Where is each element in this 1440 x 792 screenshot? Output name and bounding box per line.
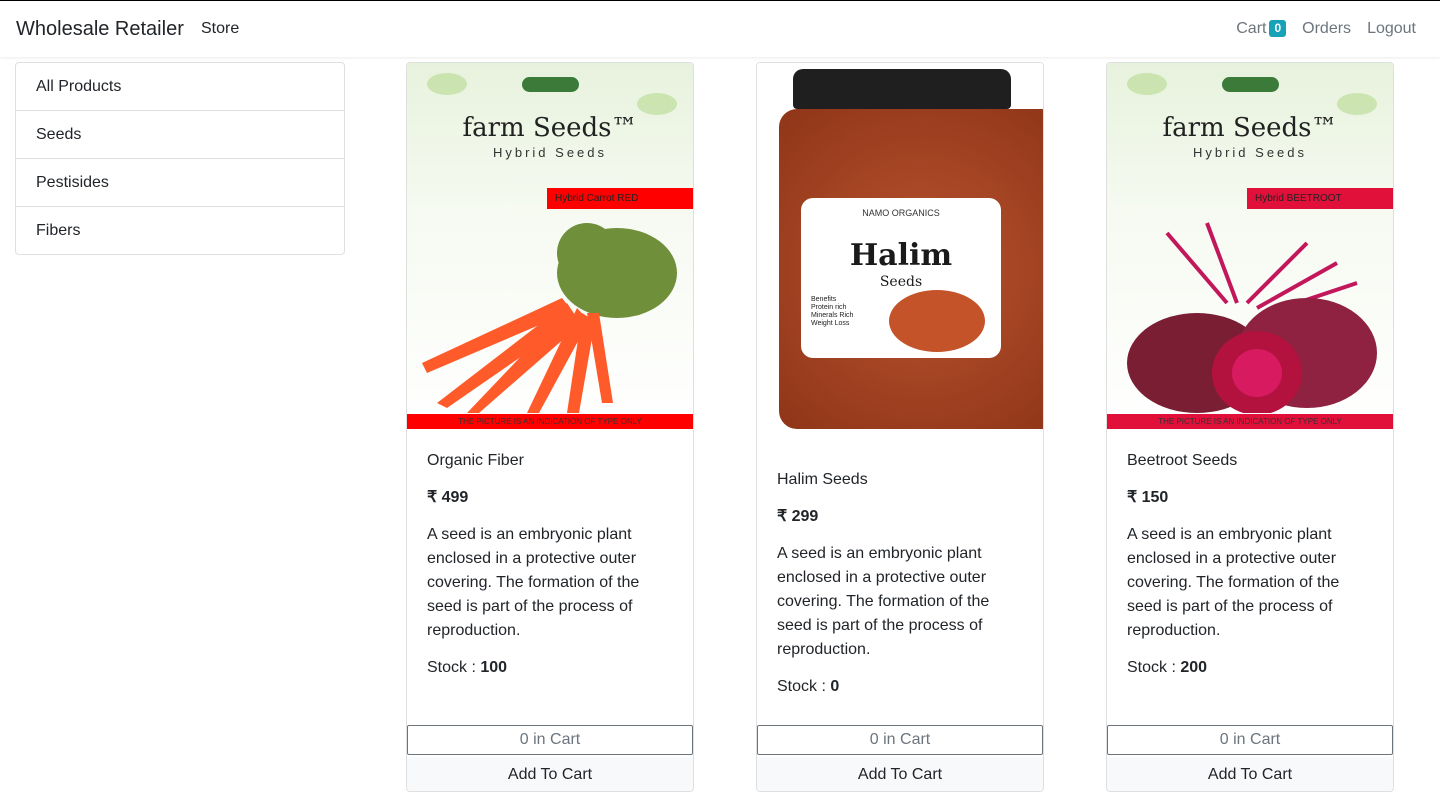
product-card: farm Seeds™ Hybrid Seeds Hybrid BEETROOT…: [1106, 62, 1394, 792]
jar-benefits-text: Benefits Protein rich Minerals Rich Weig…: [811, 296, 854, 327]
stock-label: Stock :: [777, 678, 826, 695]
leaf-decoration: [427, 73, 467, 95]
product-name: Halim Seeds: [777, 471, 868, 488]
seed-circle-illustration: [889, 290, 985, 352]
packet-logo-text: farm Seeds™: [462, 113, 638, 143]
add-to-cart-button[interactable]: Add To Cart: [757, 757, 1043, 791]
leaf-decoration: [637, 93, 677, 115]
packet-variety-band: Hybrid Carrot RED: [547, 188, 693, 209]
category-item-seeds[interactable]: Seeds: [16, 111, 344, 159]
product-price: ₹ 150: [1127, 489, 1169, 506]
cart-label: Cart: [1236, 20, 1267, 37]
cart-quantity-field[interactable]: [757, 725, 1043, 755]
packet-variety-band: Hybrid BEETROOT: [1247, 188, 1393, 209]
product-stock: Stock : 100: [427, 659, 673, 677]
product-image: NAMO ORGANICS Halim Seeds Benefits Prote…: [757, 63, 1043, 448]
stock-value: 200: [1180, 659, 1208, 676]
card-body: Halim Seeds ₹ 299 A seed is an embryonic…: [757, 471, 1043, 696]
category-item-all-products[interactable]: All Products: [16, 63, 344, 111]
product-card: NAMO ORGANICS Halim Seeds Benefits Prote…: [756, 62, 1044, 792]
product-stock: Stock : 0: [777, 678, 1023, 696]
card-body: Beetroot Seeds ₹ 150 A seed is an embryo…: [1107, 452, 1393, 677]
stock-label: Stock :: [427, 659, 476, 676]
seed-packet-illustration: farm Seeds™ Hybrid Seeds Hybrid BEETROOT…: [1107, 63, 1393, 429]
add-to-cart-button[interactable]: Add To Cart: [1107, 757, 1393, 791]
product-name: Beetroot Seeds: [1127, 452, 1238, 469]
nav-right-group: Cart 0 Orders Logout: [1236, 20, 1416, 38]
packet-footer-band: THE PICTURE IS AN INDICATION OF TYPE ONL…: [407, 414, 693, 429]
jar-brand-text: NAMO ORGANICS: [862, 208, 940, 218]
category-list: All Products Seeds Pestisides Fibers: [15, 62, 345, 255]
carrot-illustration: [422, 223, 677, 413]
product-name: Organic Fiber: [427, 452, 524, 469]
nav-logout-link[interactable]: Logout: [1367, 20, 1416, 38]
cart-quantity-field[interactable]: [407, 725, 693, 755]
add-to-cart-button[interactable]: Add To Cart: [407, 757, 693, 791]
top-navbar: Wholesale Retailer Store Cart 0 Orders Lo…: [0, 1, 1440, 57]
leaf-decoration: [1337, 93, 1377, 115]
cart-count-badge: 0: [1269, 20, 1287, 37]
packet-logo-text: farm Seeds™: [1162, 113, 1338, 143]
leaf-decoration: [1127, 73, 1167, 95]
jar-subtitle-text: Seeds: [879, 274, 923, 290]
product-stock: Stock : 200: [1127, 659, 1373, 677]
product-description: A seed is an embryonic plant enclosed in…: [427, 526, 640, 639]
product-description: A seed is an embryonic plant enclosed in…: [777, 545, 990, 658]
card-body: Organic Fiber ₹ 499 A seed is an embryon…: [407, 452, 693, 677]
stock-value: 100: [480, 659, 508, 676]
product-image: farm Seeds™ Hybrid Seeds Hybrid BEETROOT…: [1107, 63, 1393, 429]
nav-orders-link[interactable]: Orders: [1302, 20, 1351, 38]
seed-packet-illustration: farm Seeds™ Hybrid Seeds Hybrid Carrot R…: [407, 63, 693, 429]
beetroot-illustration: [1127, 222, 1377, 413]
packet-hanger: [522, 77, 579, 92]
packet-footer-band: THE PICTURE IS AN INDICATION OF TYPE ONL…: [1107, 414, 1393, 429]
product-description: A seed is an embryonic plant enclosed in…: [1127, 526, 1340, 639]
category-item-fibers[interactable]: Fibers: [16, 207, 344, 254]
category-item-pestisides[interactable]: Pestisides: [16, 159, 344, 207]
jar-label: NAMO ORGANICS Halim Seeds Benefits Prote…: [801, 198, 1001, 358]
nav-cart-link[interactable]: Cart 0: [1236, 20, 1287, 38]
product-price: ₹ 299: [777, 508, 819, 525]
jar-title-text: Halim: [849, 238, 953, 273]
nav-store-link[interactable]: Store: [201, 20, 239, 38]
product-price: ₹ 499: [427, 489, 469, 506]
stock-label: Stock :: [1127, 659, 1176, 676]
product-card: farm Seeds™ Hybrid Seeds Hybrid Carrot R…: [406, 62, 694, 792]
jar-lid: [793, 69, 1011, 109]
stock-value: 0: [830, 678, 840, 695]
packet-subtitle: Hybrid Seeds: [1192, 145, 1308, 160]
jar-illustration: NAMO ORGANICS Halim Seeds Benefits Prote…: [757, 63, 1043, 448]
cart-quantity-field[interactable]: [1107, 725, 1393, 755]
brand-link[interactable]: Wholesale Retailer: [16, 18, 184, 41]
packet-subtitle: Hybrid Seeds: [492, 145, 608, 160]
product-image: farm Seeds™ Hybrid Seeds Hybrid Carrot R…: [407, 63, 693, 429]
packet-hanger: [1222, 77, 1279, 92]
